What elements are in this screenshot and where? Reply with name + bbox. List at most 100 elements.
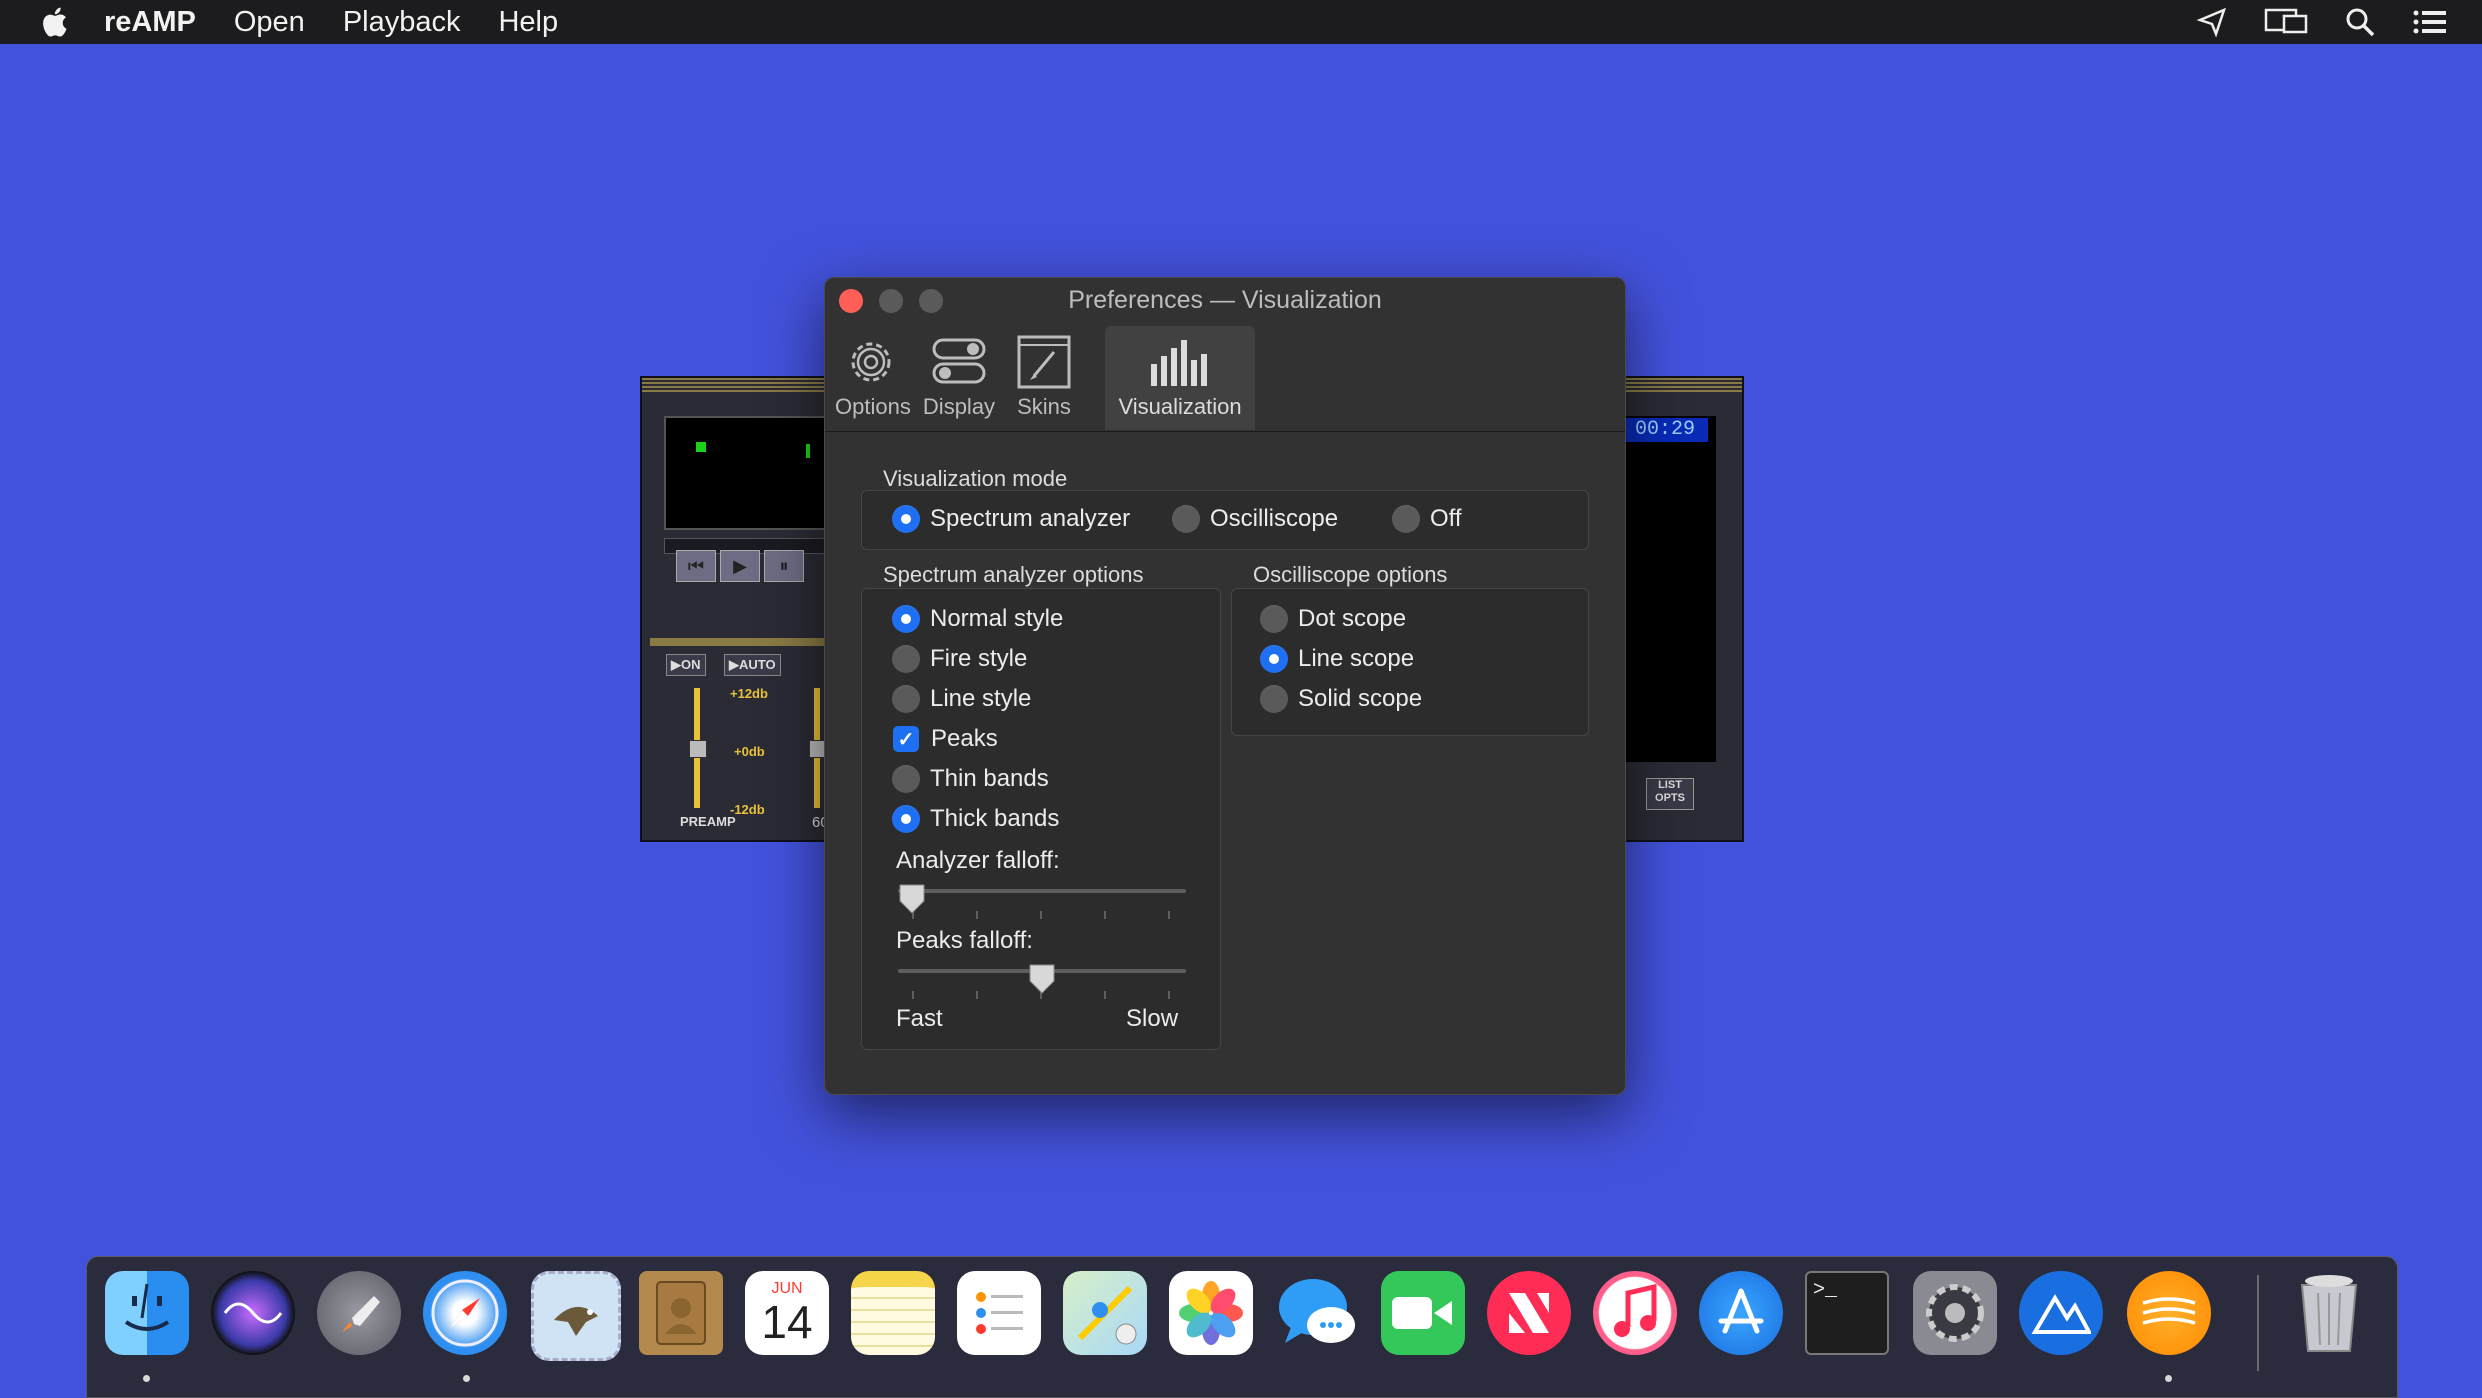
menu-bar: reAMP Open Playback Help <box>0 0 2482 44</box>
equalizer-bars-icon <box>1151 340 1207 386</box>
title-bar[interactable]: Preferences — Visualization <box>825 278 1625 324</box>
menu-help[interactable]: Help <box>498 6 558 39</box>
contacts-book-icon <box>656 1281 706 1345</box>
analyzer-falloff-slider[interactable] <box>898 889 1186 893</box>
dot-scope-option[interactable]: Dot scope <box>1260 605 1406 633</box>
vis-bar <box>806 444 810 458</box>
notification-center-icon[interactable] <box>2412 6 2448 38</box>
dock-siri[interactable] <box>211 1271 295 1355</box>
mountains-icon <box>2031 1294 2091 1334</box>
dock-safari[interactable] <box>423 1271 507 1355</box>
dock-reamp[interactable] <box>2127 1271 2211 1355</box>
dot-scope-radio[interactable] <box>1260 605 1288 633</box>
dock-trash[interactable] <box>2287 1271 2371 1355</box>
preamp-label: PREAMP <box>680 814 736 829</box>
thick-bands-option[interactable]: Thick bands <box>892 805 1059 833</box>
db-zero-label: +0db <box>734 744 765 759</box>
thin-bands-option[interactable]: Thin bands <box>892 765 1049 793</box>
paint-brush-icon <box>1017 335 1071 389</box>
reminders-list-icon <box>976 1292 1023 1334</box>
rocket-icon <box>342 1296 380 1332</box>
tab-display[interactable]: Display <box>917 326 1001 430</box>
dock-app-store[interactable] <box>1699 1271 1783 1355</box>
eq-on-button[interactable]: ▶ON <box>666 654 706 676</box>
solid-scope-radio[interactable] <box>1260 685 1288 713</box>
dock-calendar[interactable]: JUN 14 <box>745 1271 829 1355</box>
mode-oscilliscope[interactable]: Oscilliscope <box>1172 505 1338 533</box>
eq-auto-button[interactable]: ▶AUTO <box>724 654 781 676</box>
window-title: Preferences — Visualization <box>1068 286 1382 314</box>
list-opts-button[interactable]: LIST OPTS <box>1646 778 1694 810</box>
oscilloscope-options-group: Dot scope Line scope Solid scope <box>1231 588 1589 736</box>
play-indicator <box>696 442 706 452</box>
normal-style-option[interactable]: Normal style <box>892 605 1063 633</box>
trash-icon <box>2300 1275 2358 1352</box>
dock-messages[interactable] <box>1275 1271 1359 1355</box>
tab-options[interactable]: Options <box>835 326 911 430</box>
dock-notes[interactable] <box>851 1271 935 1355</box>
line-scope-option[interactable]: Line scope <box>1260 645 1414 673</box>
peaks-checkbox[interactable]: ✓ <box>893 726 919 752</box>
peaks-falloff-thumb[interactable] <box>1028 963 1056 995</box>
eagle-stamp-icon <box>554 1306 598 1336</box>
solid-scope-option[interactable]: Solid scope <box>1260 685 1422 713</box>
time-display: 00:29 <box>1622 418 1708 442</box>
menu-playback[interactable]: Playback <box>343 6 461 39</box>
db-plus-label: +12db <box>730 686 768 701</box>
line-style-radio[interactable] <box>892 685 920 713</box>
dock-reminders[interactable] <box>957 1271 1041 1355</box>
compass-icon <box>431 1279 499 1347</box>
oscilliscope-radio[interactable] <box>1172 505 1200 533</box>
airplay-display-icon[interactable] <box>2264 6 2308 38</box>
equalizer-panel: ▶ON ▶AUTO +12db +0db -12db PREAMP 60 <box>650 638 850 836</box>
visualization-mode-group: Spectrum analyzer Oscilliscope Off <box>861 490 1589 550</box>
normal-style-radio[interactable] <box>892 605 920 633</box>
peaks-option[interactable]: ✓ Peaks <box>893 725 998 753</box>
tab-visualization[interactable]: Visualization <box>1105 326 1255 430</box>
dock-mountains-app[interactable] <box>2019 1271 2103 1355</box>
line-style-option[interactable]: Line style <box>892 685 1031 713</box>
preamp-slider-knob[interactable] <box>689 740 707 758</box>
mode-off[interactable]: Off <box>1392 505 1462 533</box>
spotlight-search-icon[interactable] <box>2342 6 2378 38</box>
thick-bands-radio[interactable] <box>892 805 920 833</box>
analyzer-falloff-thumb[interactable] <box>898 883 926 915</box>
preferences-window: Preferences — Visualization Options Disp… <box>824 277 1626 1095</box>
dock-launchpad[interactable] <box>317 1271 401 1355</box>
dock-contacts[interactable] <box>639 1271 723 1355</box>
dock-photos[interactable] <box>1169 1271 1253 1355</box>
dock-finder[interactable] <box>105 1271 189 1355</box>
play-button[interactable]: ▶ <box>720 550 760 582</box>
peaks-falloff-label: Peaks falloff: <box>896 927 1033 954</box>
photos-flower-icon <box>1179 1281 1243 1345</box>
oscilloscope-options-label: Oscilliscope options <box>1253 562 1448 587</box>
dock-system-preferences[interactable] <box>1913 1271 1997 1355</box>
previous-button[interactable]: ⏮ <box>676 550 716 582</box>
messages-bubble-icon <box>1279 1279 1355 1343</box>
menu-open[interactable]: Open <box>234 6 305 39</box>
app-menu-reamp[interactable]: reAMP <box>104 6 196 39</box>
off-radio[interactable] <box>1392 505 1420 533</box>
dock-news[interactable] <box>1487 1271 1571 1355</box>
spectrum-analyzer-radio[interactable] <box>892 505 920 533</box>
thin-bands-radio[interactable] <box>892 765 920 793</box>
location-arrow-icon[interactable] <box>2194 6 2230 38</box>
dock-mail[interactable] <box>531 1271 621 1361</box>
calendar-day: 14 <box>761 1296 813 1348</box>
spectrum-options-label: Spectrum analyzer options <box>883 562 1144 587</box>
line-scope-radio[interactable] <box>1260 645 1288 673</box>
tab-skins[interactable]: Skins <box>1011 326 1077 430</box>
prefs-toolbar: Options Display Skins Visualization <box>825 324 1625 432</box>
fire-style-radio[interactable] <box>892 645 920 673</box>
news-icon <box>1509 1293 1549 1333</box>
dock-music[interactable] <box>1593 1271 1677 1355</box>
finder-icon <box>124 1283 170 1331</box>
mode-spectrum-analyzer[interactable]: Spectrum analyzer <box>892 505 1130 533</box>
pause-button[interactable]: ⏸ <box>764 550 804 582</box>
apple-menu-icon[interactable] <box>38 4 74 40</box>
dock-maps[interactable] <box>1063 1271 1147 1355</box>
spectrum-options-group: Normal style Fire style Line style ✓ Pea… <box>861 588 1221 1050</box>
dock-facetime[interactable] <box>1381 1271 1465 1355</box>
fire-style-option[interactable]: Fire style <box>892 645 1027 673</box>
dock-terminal[interactable]: >_ <box>1805 1271 1889 1355</box>
